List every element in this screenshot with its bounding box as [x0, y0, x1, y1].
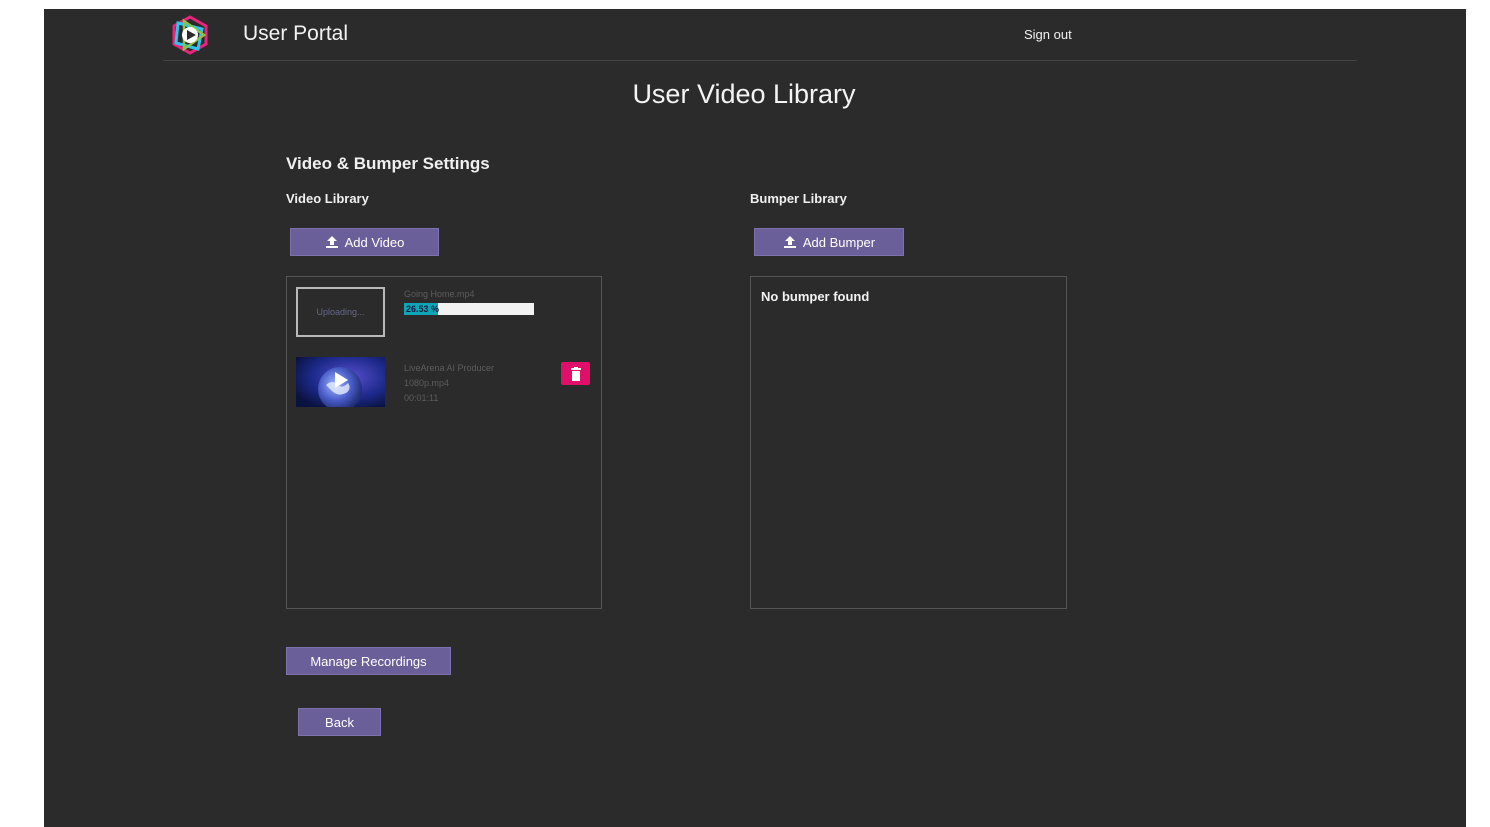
video-library-label: Video Library	[286, 191, 369, 206]
back-button[interactable]: Back	[298, 708, 381, 736]
app-window: User Portal Sign out User Video Library …	[44, 9, 1466, 827]
no-bumper-message: No bumper found	[761, 289, 870, 304]
uploading-text: Uploading...	[316, 307, 365, 317]
add-video-button[interactable]: Add Video	[290, 228, 439, 256]
uploading-thumbnail: Uploading...	[296, 287, 385, 337]
add-bumper-label: Add Bumper	[802, 234, 876, 250]
upload-progress-text: 26.53 %	[406, 304, 440, 314]
bumper-library-label: Bumper Library	[750, 191, 847, 206]
upload-progress-bar: 26.53 %	[404, 303, 534, 315]
sign-out-link[interactable]: Sign out	[1024, 27, 1072, 42]
add-bumper-button[interactable]: Add Bumper	[754, 228, 904, 256]
upload-icon	[325, 236, 338, 248]
section-title: Video & Bumper Settings	[286, 154, 490, 173]
manage-recordings-button[interactable]: Manage Recordings	[286, 647, 451, 675]
delete-video-button[interactable]	[561, 362, 590, 385]
trash-icon	[570, 366, 581, 381]
upload-icon	[783, 236, 796, 248]
video-file-name: 1080p.mp4	[404, 378, 450, 388]
bumper-library-panel: No bumper found	[750, 276, 1067, 609]
video-library-panel: Uploading... Going Home.mp4 26.53 % Live…	[286, 276, 602, 609]
play-icon	[335, 372, 348, 388]
video-title: LiveArena AI Producer	[404, 363, 495, 373]
portal-title: User Portal	[243, 22, 349, 45]
page-title: User Video Library	[632, 79, 856, 109]
video-duration: 00:01:11	[404, 393, 439, 403]
uploading-file-name: Going Home.mp4	[404, 289, 475, 299]
add-video-label: Add Video	[344, 234, 405, 250]
play-logo-icon[interactable]	[170, 15, 210, 55]
video-thumbnail[interactable]	[296, 357, 385, 407]
